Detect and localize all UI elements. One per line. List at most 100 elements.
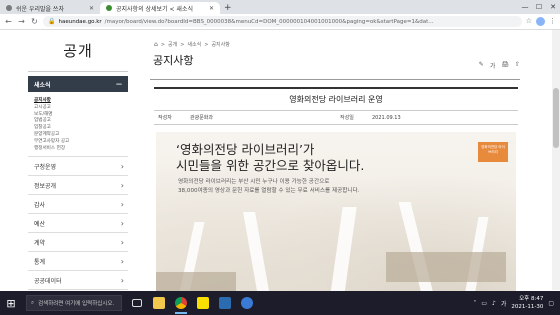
tab-close-icon[interactable]: ✕: [89, 5, 94, 12]
new-tab-button[interactable]: +: [220, 2, 236, 14]
sidebar-item-label: 구청운영: [34, 163, 57, 171]
chevron-right-icon: ›: [120, 161, 124, 171]
breadcrumb-item[interactable]: 새소식: [187, 41, 201, 48]
scrollbar-thumb[interactable]: [553, 88, 559, 148]
maximize-icon[interactable]: ☐: [532, 0, 546, 14]
author-value: 관광문화과: [190, 115, 214, 121]
sidebar-item-audit[interactable]: 감사 ›: [28, 195, 128, 215]
sidebar-item-statistics[interactable]: 통계 ›: [28, 252, 128, 272]
breadcrumb: ⌂ > 공개 > 새소식 > 공지사항: [154, 41, 230, 48]
submenu-item-notice[interactable]: 공지사항: [34, 98, 128, 105]
post-title: 영화의전당 라이브러리 운영: [154, 89, 518, 111]
banner-headline: ‘영화의전당 라이브러리’가 시민들을 위한 공간으로 찾아옵니다.: [176, 142, 364, 174]
sidebar-item-label: 예산: [34, 220, 46, 228]
sidebar-item-budget[interactable]: 예산 ›: [28, 214, 128, 234]
file-explorer-icon[interactable]: [148, 291, 170, 315]
lock-icon[interactable]: 🔒: [48, 18, 55, 25]
breadcrumb-sep: >: [204, 41, 209, 48]
breadcrumb-item[interactable]: 공개: [168, 41, 177, 48]
sidebar-item-label: 통계: [34, 258, 46, 266]
banner-description: 영화의전당 라이브러리는 부산 시민 누구나 이용 가능한 공간으로 38,00…: [178, 178, 359, 196]
banner-desc-line: 영화의전당 라이브러리는 부산 시민 누구나 이용 가능한 공간으로: [178, 179, 330, 185]
sidebar-item-operations[interactable]: 구청운영 ›: [28, 157, 128, 177]
clock-date: 2021-11-30: [511, 304, 544, 310]
network-icon[interactable]: ▭: [481, 300, 487, 307]
url-host: haeundae.go.kr: [58, 18, 102, 25]
pen-icon[interactable]: ✎: [479, 61, 484, 70]
breadcrumb-item[interactable]: 공지사항: [211, 41, 229, 48]
date-label: 작성일: [340, 115, 354, 121]
windows-taskbar: ⊞ ⌕ 검색하려면 여기에 입력하십시오. ˄ ▭ ♪ 가 오후 8:47 20…: [0, 291, 560, 315]
sidebar-item-open-data[interactable]: 공공데이터 ›: [28, 271, 128, 291]
sidebar-item-contract[interactable]: 계약 ›: [28, 233, 128, 253]
page-tools: ✎ 가 🖨 ⇧: [479, 61, 520, 70]
submenu-item[interactable]: 고시공고: [34, 105, 128, 112]
browser-tab-active[interactable]: 공지사항의 상세보기 < 새소식 ✕: [100, 2, 220, 14]
main-content: ⌂ > 공개 > 새소식 > 공지사항 공지사항 ✎ 가 🖨 ⇧ 영화의전당 라…: [150, 30, 522, 299]
collapse-icon: —: [116, 80, 122, 88]
app-icon[interactable]: [214, 291, 236, 315]
banner-badge: 영화의전당 라이브러리: [478, 142, 508, 162]
chrome-icon[interactable]: [170, 291, 192, 315]
search-placeholder: 검색하려면 여기에 입력하십시오.: [38, 301, 115, 307]
banner-headline-line: ‘영화의전당 라이브러리’가: [176, 142, 315, 157]
title-divider: [150, 79, 520, 80]
taskbar-search[interactable]: ⌕ 검색하려면 여기에 입력하십시오.: [26, 295, 122, 311]
browser-tab[interactable]: 쉬운 우리말을 쓰자 ✕: [0, 2, 100, 14]
chevron-right-icon: ›: [120, 199, 124, 209]
print-icon[interactable]: 🖨: [501, 61, 509, 70]
menu-dots-icon[interactable]: ⋮: [549, 17, 556, 26]
sidebar-item-label: 공공데이터: [34, 277, 62, 285]
sidebar-title: 공개: [28, 30, 128, 72]
submenu-item[interactable]: 행정서비스 헌장: [34, 146, 128, 153]
banner-headline-line: 시민들을 위한 공간으로 찾아옵니다.: [176, 158, 365, 173]
author-label: 작성자: [158, 115, 172, 121]
chevron-right-icon: ›: [120, 180, 124, 190]
chevron-right-icon: ›: [120, 256, 124, 266]
search-icon: ⌕: [31, 299, 35, 306]
browser-toolbar-icons: ☆ ⋮: [526, 17, 556, 26]
volume-icon[interactable]: ♪: [492, 300, 496, 307]
banner-bookshelf: [386, 252, 506, 282]
back-icon[interactable]: ←: [4, 17, 13, 26]
share-icon[interactable]: ⇧: [515, 61, 520, 70]
breadcrumb-sep: >: [160, 41, 166, 48]
close-window-icon[interactable]: ✕: [546, 0, 560, 14]
font-size-icon[interactable]: 가: [490, 61, 496, 70]
profile-avatar[interactable]: [536, 17, 545, 26]
chevron-right-icon: ›: [120, 275, 124, 285]
submenu-item[interactable]: 입찰공고: [34, 125, 128, 132]
tab-title: 공지사항의 상세보기 < 새소식: [116, 5, 193, 13]
sidebar: 공개 새소식 — 공지사항 고시공고 보도/해명 입법공고 입찰공고 분양계약공…: [28, 30, 128, 291]
windows-start-icon[interactable]: ⊞: [0, 291, 22, 315]
url-path: /mayor/board/view.do?boardId=BBS_0000038…: [104, 18, 434, 25]
home-icon[interactable]: ⌂: [154, 41, 158, 48]
sidebar-item-label: 계약: [34, 239, 46, 247]
system-tray: ˄ ▭ ♪ 가 오후 8:47 2021-11-30 ▢: [473, 295, 560, 311]
board-view: 영화의전당 라이브러리 운영 작성자 관광문화과 작성일 2021.09.13 …: [154, 87, 518, 299]
chevron-up-icon[interactable]: ˄: [473, 300, 476, 307]
clock-time: 오후 8:47: [519, 296, 544, 302]
page-title: 공지사항: [153, 54, 194, 67]
ime-icon[interactable]: 가: [501, 299, 507, 308]
post-meta: 작성자 관광문화과 작성일 2021.09.13: [154, 111, 518, 125]
favicon-icon: [106, 5, 112, 11]
tab-close-icon[interactable]: ✕: [209, 5, 214, 12]
url-field[interactable]: 🔒 haeundae.go.kr/mayor/board/view.do?boa…: [43, 16, 522, 27]
notification-icon[interactable]: ▢: [548, 300, 554, 307]
app-icon[interactable]: [236, 291, 258, 315]
window-controls: — ☐ ✕: [518, 0, 560, 14]
taskbar-clock[interactable]: 오후 8:47 2021-11-30: [511, 295, 543, 311]
task-view-icon[interactable]: [126, 291, 148, 315]
minimize-icon[interactable]: —: [518, 0, 532, 14]
reload-icon[interactable]: ↻: [30, 17, 39, 26]
sidebar-item-news[interactable]: 새소식 —: [28, 76, 128, 92]
submenu-item[interactable]: 분양계약공고: [34, 132, 128, 139]
forward-icon[interactable]: →: [17, 17, 26, 26]
sidebar-item-disclosure[interactable]: 정보공개 ›: [28, 176, 128, 196]
favicon-icon: [6, 5, 12, 11]
submenu-item[interactable]: 무연고사망자 공고: [34, 139, 128, 146]
page-scrollbar[interactable]: [552, 30, 560, 290]
bookmark-star-icon[interactable]: ☆: [526, 17, 532, 26]
kakaotalk-icon[interactable]: [192, 291, 214, 315]
